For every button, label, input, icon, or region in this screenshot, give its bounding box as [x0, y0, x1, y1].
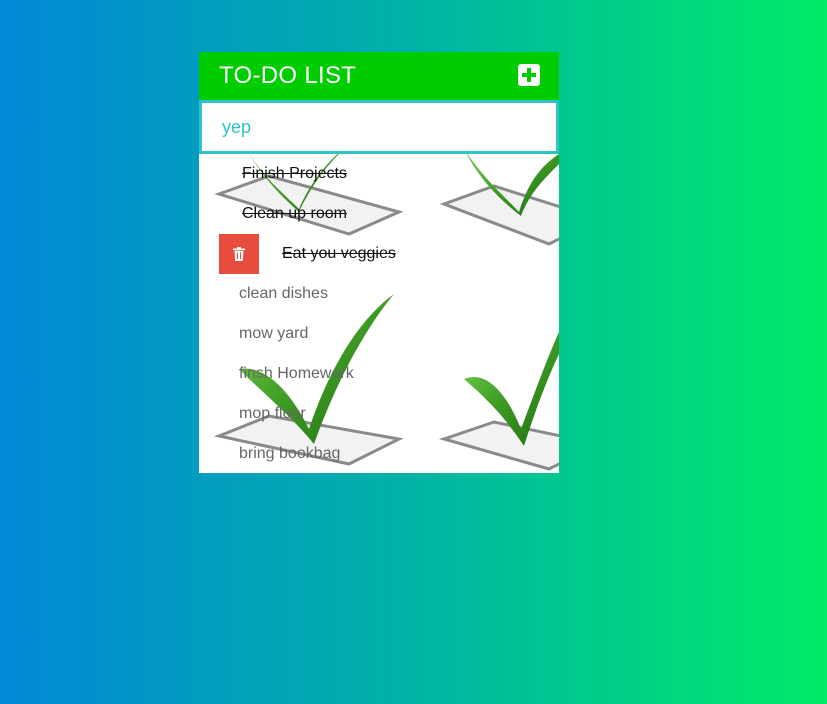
- todo-list-area: Finish Projects Clean up room Eat you ve…: [199, 154, 559, 473]
- todo-text: bring bookbag: [239, 445, 341, 462]
- new-todo-input[interactable]: [202, 103, 556, 151]
- page-title: TO-DO LIST: [219, 62, 357, 89]
- list-item[interactable]: Eat you veggies: [199, 234, 559, 274]
- todo-text: mow yard: [239, 325, 309, 342]
- list-item[interactable]: mow yard: [199, 314, 559, 354]
- todo-text: Clean up room: [242, 205, 347, 222]
- list-item[interactable]: finsh Homework: [199, 354, 559, 394]
- header: TO-DO LIST: [199, 52, 559, 100]
- list-item[interactable]: clean dishes: [199, 274, 559, 314]
- delete-button[interactable]: [219, 234, 259, 274]
- trash-icon: [233, 247, 245, 261]
- list-item[interactable]: Finish Projects: [199, 154, 559, 194]
- list-item[interactable]: mop floor: [199, 394, 559, 434]
- new-todo-field-wrapper: [199, 100, 559, 154]
- todo-text: clean dishes: [239, 285, 328, 302]
- todo-text: Eat you veggies: [282, 245, 396, 262]
- todo-app: TO-DO LIST yep Finish Projects Clean up …: [199, 52, 559, 473]
- todo-text: mop floor: [239, 405, 306, 422]
- plus-square-icon[interactable]: [518, 64, 540, 86]
- todo-text: finsh Homework: [239, 365, 354, 382]
- todo-list: Finish Projects Clean up room Eat you ve…: [199, 154, 559, 474]
- list-item[interactable]: Clean up room: [199, 194, 559, 234]
- list-item[interactable]: bring bookbag: [199, 434, 559, 474]
- todo-text: Finish Projects: [242, 165, 347, 182]
